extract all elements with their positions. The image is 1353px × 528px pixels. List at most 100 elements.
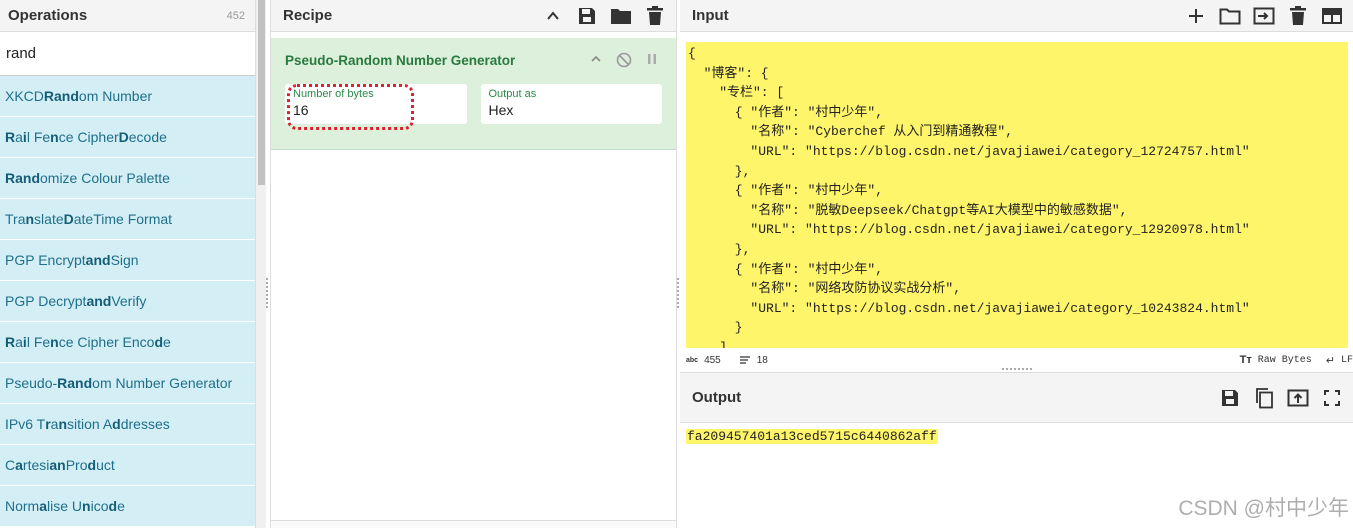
output-text[interactable]: fa209457401a13ced5715c6440862aff (686, 429, 938, 444)
input-lines: 18 (756, 354, 768, 366)
input-eol[interactable]: LF (1341, 355, 1353, 366)
add-tab-icon[interactable] (1185, 5, 1207, 27)
output-header: Output (680, 373, 1353, 423)
operation-match-highlight: d (154, 334, 163, 350)
text-format-icon: Tт (1239, 354, 1252, 366)
operation-name-text: lise U (47, 498, 83, 514)
operation-name-text: e (117, 498, 125, 514)
operation-list-item[interactable]: Pseudo- Rand om Number Generator (0, 363, 255, 404)
operation-list-item[interactable]: PGP Decrypt and Verify (0, 281, 255, 322)
output-as-value[interactable]: Hex (489, 102, 655, 118)
operation-name-text: ico (90, 498, 109, 514)
open-folder-icon[interactable] (1219, 5, 1241, 27)
chevron-up-icon[interactable] (542, 5, 564, 27)
operation-name-text: Pro (65, 457, 88, 473)
recipe-operation-card[interactable]: Pseudo-Random Number Generator Number of… (271, 38, 676, 150)
output-as-field[interactable]: Output as Hex (480, 84, 662, 124)
operation-name-text: ecode (128, 129, 167, 145)
operations-count: 452 (226, 9, 245, 22)
operation-list-item[interactable]: Tra n slate DateTime Format (0, 199, 255, 240)
number-of-bytes-value[interactable]: 16 (293, 102, 459, 118)
number-of-bytes-label: Number of bytes (293, 88, 374, 100)
operation-match-highlight: n (58, 416, 68, 432)
operation-match-highlight: a (39, 498, 48, 514)
operations-list: XKCD Rand om Number Ra i l Fe n ce Cipher Deco… (0, 76, 255, 527)
operation-name-text: ce Cipher (58, 129, 119, 145)
operation-name-text: XKCD (5, 88, 44, 104)
operation-match-highlight: R (5, 334, 16, 350)
open-file-icon[interactable] (1253, 5, 1275, 27)
lines-icon (739, 356, 750, 364)
operation-match-highlight: Rand (43, 88, 79, 104)
operation-list-item[interactable]: Rand omize Colour Palette (0, 158, 255, 199)
operation-name-text: sition A (67, 416, 113, 432)
lines-indicator: 18 (739, 355, 768, 366)
save-icon[interactable] (1219, 387, 1241, 409)
copy-icon[interactable] (1253, 387, 1275, 409)
input-panel: Input { "博客": { "专栏": [ { "作者": "村中少年", … (680, 0, 1353, 372)
operation-name-text: l Fe (26, 334, 51, 350)
operation-list-item[interactable]: XKCD Rand om Number (0, 76, 255, 117)
input-format[interactable]: Raw Bytes (1258, 355, 1312, 366)
pause-icon[interactable] (646, 52, 658, 71)
operations-scrollbar-thumb[interactable] (258, 0, 265, 185)
layout-icon[interactable] (1321, 5, 1343, 27)
operations-search-input[interactable] (6, 45, 246, 62)
operation-match-highlight: d (112, 416, 121, 432)
operation-list-item[interactable]: Rail Fe n ce Cipher Enco d e (0, 322, 255, 363)
operation-name-text: Tra (5, 211, 26, 227)
operations-title: Operations (8, 7, 88, 24)
operation-name-text: a (15, 129, 23, 145)
operation-name-text: Verify (111, 293, 147, 309)
operations-search-box[interactable] (0, 32, 255, 76)
operation-match-highlight: and (86, 293, 112, 309)
operation-match-highlight: d (108, 498, 118, 514)
operation-name-text: rtesi (22, 457, 50, 473)
operation-match-highlight: D (118, 129, 129, 145)
folder-icon[interactable] (610, 5, 632, 27)
operation-match-highlight: n (25, 211, 35, 227)
maximize-icon[interactable] (1321, 387, 1343, 409)
operation-name-text: e (163, 334, 171, 350)
recipe-title: Recipe (283, 7, 333, 24)
trash-icon[interactable] (644, 5, 666, 27)
operation-name-text: ce Cipher Enco (58, 334, 155, 350)
output-panel: Output fa209457401a13ced5715c6440862aff … (680, 372, 1353, 528)
operation-list-item[interactable]: IPv6 Tr a n sition Ad dresses (0, 404, 255, 445)
operation-match-highlight: and (85, 252, 111, 268)
operation-list-item[interactable]: Ca rtesi an Pro d uct (0, 445, 255, 486)
eol-indicator[interactable]: ↵ LF (1326, 354, 1353, 367)
operations-panel: Operations 452 XKCD Random NumberRail Fe… (0, 0, 256, 528)
operation-name-text: Norm (5, 498, 40, 514)
panel-resize-handle[interactable] (266, 278, 268, 308)
disable-icon[interactable] (616, 52, 632, 71)
operation-list-item[interactable]: PGP Encrypt and Sign (0, 240, 255, 281)
chevron-up-icon[interactable] (590, 52, 602, 71)
input-title: Input (692, 7, 729, 24)
save-icon[interactable] (576, 5, 598, 27)
operation-name-text: slate (34, 211, 64, 227)
watermark: CSDN @村中少年 (1178, 497, 1349, 520)
replace-input-icon[interactable] (1287, 387, 1309, 409)
operation-list-item[interactable]: Norm a lise Un ico d e (0, 486, 255, 527)
operation-name-text: om Number (78, 88, 153, 104)
panel-resize-handle[interactable] (1002, 368, 1032, 370)
panel-resize-handle[interactable] (677, 278, 679, 308)
char-encoding[interactable]: Tт Raw Bytes (1240, 354, 1312, 366)
operation-match-highlight: n (82, 498, 91, 514)
operation-name-text: uct (96, 457, 115, 473)
return-icon: ↵ (1325, 353, 1335, 367)
recipe-bottom-bar (271, 520, 676, 528)
operation-match-highlight: n (50, 129, 59, 145)
operation-match-highlight: D (63, 211, 74, 227)
input-textarea[interactable]: { "博客": { "专栏": [ { "作者": "村中少年", "名称": … (686, 42, 1348, 348)
number-of-bytes-field[interactable]: Number of bytes 16 (285, 84, 467, 124)
operations-header: Operations 452 (0, 0, 255, 32)
operation-match-highlight: n (50, 334, 59, 350)
recipe-panel: Recipe Pseudo-Random Number Generator Nu… (270, 0, 677, 528)
operation-name-text: om Number Generator (92, 375, 233, 391)
trash-icon[interactable] (1287, 5, 1309, 27)
operation-list-item[interactable]: Rail Fe n ce Cipher Decode (0, 117, 255, 158)
operation-name-text: a (15, 334, 23, 350)
operation-name-text: PGP Encrypt (5, 252, 86, 268)
